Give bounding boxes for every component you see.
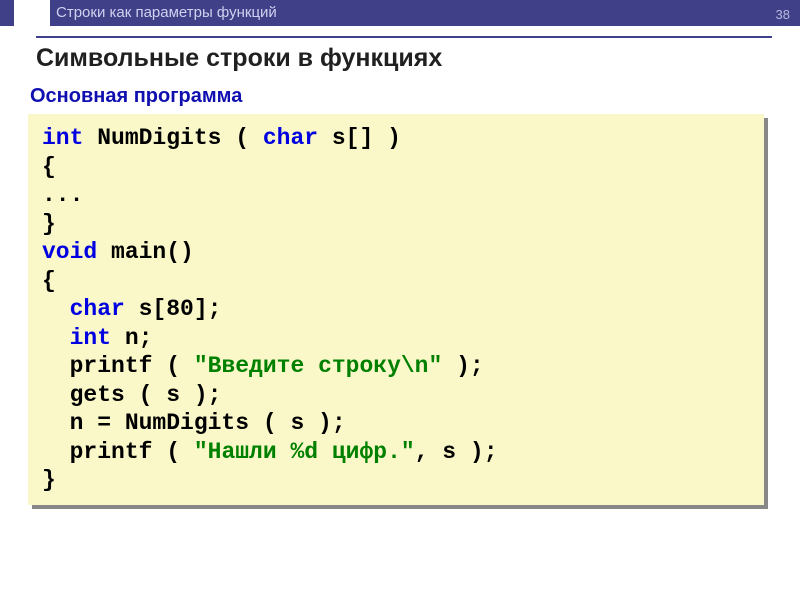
string-literal: "Нашли %d цифр." <box>194 439 415 465</box>
slide-header: Строки как параметры функций 38 <box>0 0 800 26</box>
code-text: n; <box>111 325 152 351</box>
code-text: printf ( <box>70 439 194 465</box>
code-text: { <box>42 268 56 294</box>
code-indent <box>42 353 70 379</box>
code-indent <box>42 325 70 351</box>
code-text: s[] ) <box>318 125 401 151</box>
keyword-char: char <box>70 296 125 322</box>
code-indent <box>42 296 70 322</box>
keyword-void: void <box>42 239 97 265</box>
header-accent-block <box>0 0 14 26</box>
code-text: main() <box>97 239 194 265</box>
page-number: 38 <box>776 2 790 28</box>
header-gap <box>14 0 50 26</box>
slide-content: Символьные строки в функциях Основная пр… <box>0 36 800 509</box>
code-text: n = NumDigits ( s ); <box>42 410 346 436</box>
code-text: } <box>42 467 56 493</box>
page-title: Символьные строки в функциях <box>36 44 772 73</box>
keyword-int: int <box>42 125 83 151</box>
code-text: ); <box>442 353 483 379</box>
breadcrumb: Строки как параметры функций <box>56 4 277 21</box>
code-text: printf ( <box>70 353 194 379</box>
code-text: s[80]; <box>125 296 222 322</box>
breadcrumb-bar: Строки как параметры функций 38 <box>50 0 800 26</box>
string-literal: "Введите строку\n" <box>194 353 442 379</box>
code-text: } <box>42 211 56 237</box>
code-text: gets ( s ); <box>42 382 221 408</box>
code-text: , s ); <box>415 439 498 465</box>
code-text: ... <box>42 182 83 208</box>
header-underline <box>36 36 772 38</box>
code-block: int NumDigits ( char s[] ) { ... } void … <box>28 114 764 505</box>
code-text: NumDigits ( <box>83 125 262 151</box>
keyword-int: int <box>70 325 111 351</box>
code-text: { <box>42 154 56 180</box>
code-indent <box>42 439 70 465</box>
code-block-shadow: int NumDigits ( char s[] ) { ... } void … <box>32 118 768 509</box>
keyword-char: char <box>263 125 318 151</box>
subtitle: Основная программа <box>30 85 772 108</box>
